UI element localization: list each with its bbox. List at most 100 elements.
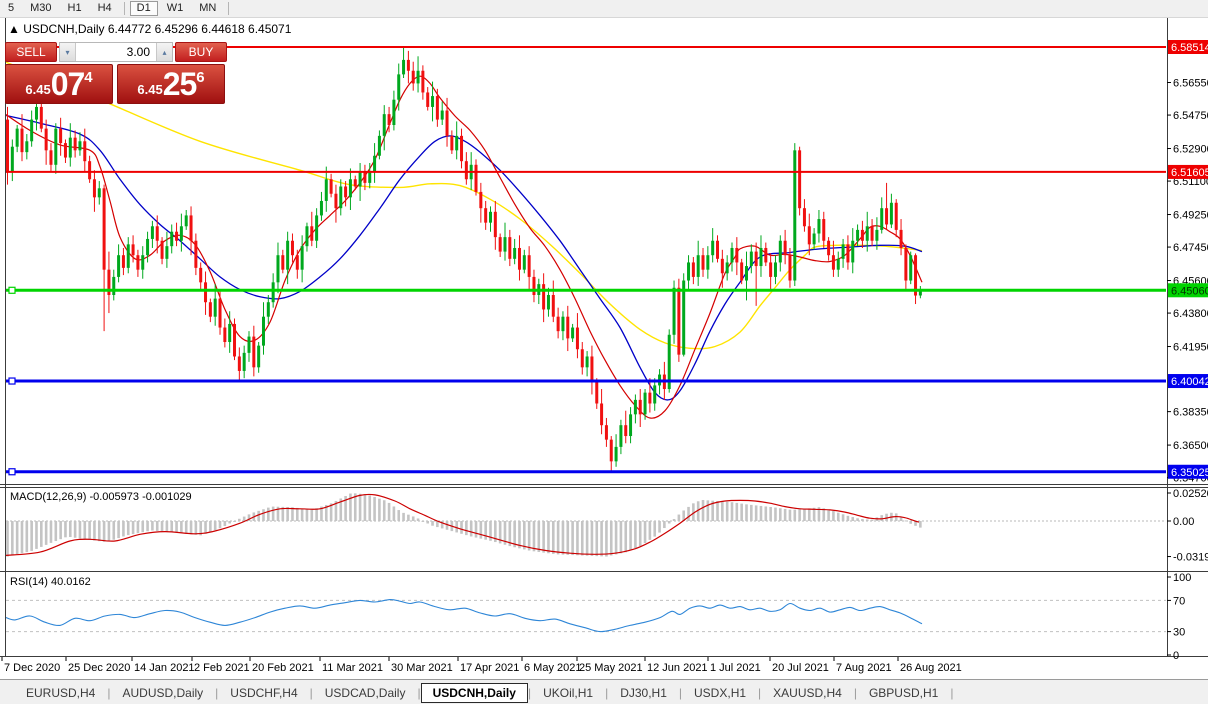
timeframe-button-5[interactable]: 5 [1,1,21,16]
candle-body [691,262,695,277]
candle-body [397,74,401,100]
sell-button[interactable]: SELL [5,42,57,62]
macd-bar [378,498,381,521]
timeframe-button-h4[interactable]: H4 [91,1,119,16]
macd-bar [397,510,401,521]
macd-bar [474,521,478,538]
candle-body [460,135,464,162]
price-chart-svg[interactable]: 6.565506.547506.529006.511006.492506.474… [0,0,1208,704]
macd-bar [300,508,304,521]
symbol-tab-ukoil[interactable]: UKOil,H1 [531,683,605,703]
candle-body [363,172,367,183]
candle-body [242,352,246,371]
macd-bar [373,497,376,521]
macd-bar [527,521,531,551]
timeframe-button-w1[interactable]: W1 [160,1,191,16]
macd-bar [783,508,787,521]
candle-body [575,327,579,350]
candle-body [875,229,879,241]
candle-body [498,237,502,252]
macd-bar [769,507,772,521]
macd-bar [576,521,579,556]
symbol-tab-usdchf[interactable]: USDCHF,H4 [218,683,309,703]
symbol-tab-gbpusd[interactable]: GBPUSD,H1 [857,683,950,703]
symbol-tab-usdcad[interactable]: USDCAD,Daily [313,683,418,703]
macd-bar [73,521,77,538]
candle-body [15,128,19,147]
level-anchor-marker[interactable] [8,377,16,385]
candle-body [513,247,517,259]
macd-bar [44,521,48,545]
timeframe-button-h1[interactable]: H1 [61,1,89,16]
timeframe-button-m30[interactable]: M30 [23,1,58,16]
macd-bar [20,521,24,554]
macd-bar [566,521,570,555]
timeframe-button-mn[interactable]: MN [192,1,223,16]
candle-body [633,399,637,415]
buy-button[interactable]: BUY [175,42,227,62]
candle-body [841,244,845,259]
macd-bar [78,521,82,539]
candle-body [431,96,435,107]
buy-price-box[interactable]: 6.45 25 6 [117,64,225,104]
candle-body [290,240,294,256]
candle-body [764,247,768,263]
macd-bar [561,521,565,555]
macd-bar [706,500,710,521]
candle-body [566,316,570,339]
candle-body [358,172,362,187]
candle-body [233,323,237,357]
macd-indicator-label: MACD(12,26,9) -0.005973 -0.001029 [10,491,192,503]
volume-input[interactable]: 3.00 [76,43,156,61]
macd-bar [184,521,188,534]
candle-body [522,255,526,270]
macd-bar [315,508,318,521]
date-label: 6 May 2021 [524,662,581,674]
symbol-tab-dj30[interactable]: DJ30,H1 [608,683,679,703]
symbol-tab-audusd[interactable]: AUDUSD,Daily [110,683,215,703]
candle-body [373,155,377,173]
level-badge-label: 6.58514 [1171,42,1208,54]
macd-bar [721,501,724,521]
date-label: 12 Jun 2021 [647,662,708,674]
symbol-tab-xauusd[interactable]: XAUUSD,H4 [761,683,854,703]
macd-bar [600,521,603,557]
macd-bar [605,521,608,557]
macd-bar [112,521,116,540]
volume-dropdown-icon[interactable]: ▾ [60,43,76,61]
macd-bar [368,495,372,521]
symbol-tab-usdx[interactable]: USDX,H1 [682,683,758,703]
sell-price-box[interactable]: 6.45 07 4 [5,64,113,104]
macd-bar [460,521,463,534]
price-tick-label: 6.52900 [1173,144,1208,156]
candle-body [894,202,898,230]
rsi-indicator-label: RSI(14) 40.0162 [10,576,91,588]
timeframe-button-d1[interactable]: D1 [129,1,158,16]
candle-body [102,188,106,270]
macd-bar [730,502,734,521]
candle-body [339,186,343,209]
macd-bar [836,512,840,521]
macd-bar [6,521,9,557]
volume-increase-icon[interactable]: ▴ [156,43,172,61]
macd-bar [49,521,53,543]
macd-bar [609,521,613,556]
candle-body [73,137,77,151]
macd-bar [93,521,96,541]
macd-bar [740,503,743,521]
date-label: 7 Dec 2020 [4,662,60,674]
symbol-tab-usdcnh[interactable]: USDCNH,Daily [420,682,528,703]
chart-title[interactable]: ▲ USDCNH,Daily 6.44772 6.45296 6.44618 6… [8,22,292,36]
tab-separator: | [950,685,954,700]
macd-bar [64,521,67,538]
candle-body [720,258,724,274]
macd-bar [136,521,140,534]
candle-body [571,327,575,339]
candle-body [421,70,425,93]
symbol-tab-eurusd[interactable]: EURUSD,H4 [14,683,107,703]
level-anchor-marker[interactable] [8,286,16,294]
macd-bar [402,512,405,521]
level-anchor-marker[interactable] [8,468,16,476]
candle-body [595,381,599,404]
macd-bar [267,507,270,521]
